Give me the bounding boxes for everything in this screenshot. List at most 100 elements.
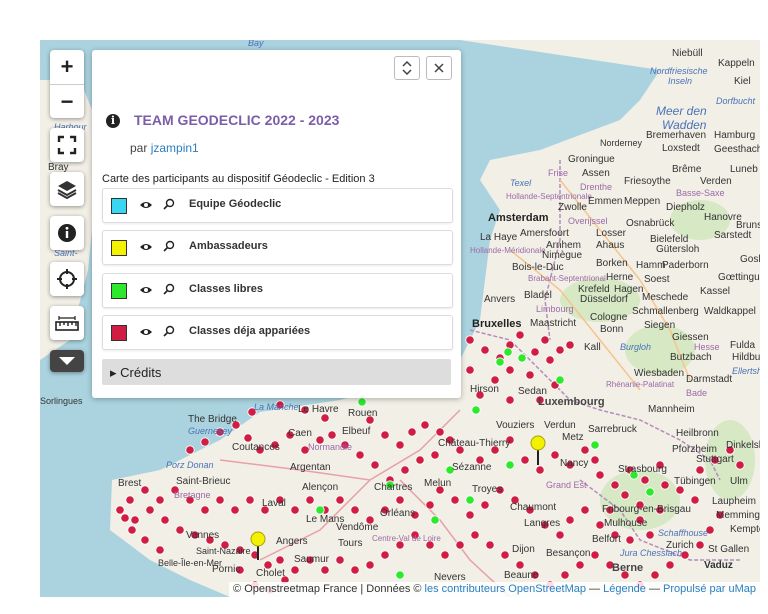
class-marker[interactable]	[145, 505, 155, 515]
free-class-marker[interactable]	[503, 347, 513, 357]
class-marker[interactable]	[320, 565, 330, 575]
class-marker[interactable]	[695, 465, 705, 475]
free-class-marker[interactable]	[505, 460, 515, 470]
class-marker[interactable]	[245, 495, 255, 505]
free-class-marker[interactable]	[315, 505, 325, 515]
class-marker[interactable]	[530, 347, 540, 357]
zoom-to-icon[interactable]	[163, 283, 175, 295]
credits-toggle[interactable]: ▸ Crédits	[102, 359, 451, 385]
class-marker[interactable]	[620, 490, 630, 500]
class-marker[interactable]	[450, 495, 460, 505]
class-marker[interactable]	[560, 570, 570, 580]
class-marker[interactable]	[440, 550, 450, 560]
class-marker[interactable]	[160, 515, 170, 525]
class-marker[interactable]	[120, 513, 130, 523]
class-marker[interactable]	[590, 455, 600, 465]
class-marker[interactable]	[695, 540, 705, 550]
class-marker[interactable]	[515, 560, 525, 570]
class-marker[interactable]	[140, 485, 150, 495]
class-marker[interactable]	[575, 560, 585, 570]
free-class-marker[interactable]	[645, 487, 655, 497]
class-marker[interactable]	[365, 560, 375, 570]
class-marker[interactable]	[155, 545, 165, 555]
class-marker[interactable]	[370, 460, 380, 470]
class-marker[interactable]	[580, 445, 590, 455]
class-marker[interactable]	[435, 427, 445, 437]
free-class-marker[interactable]	[517, 353, 527, 363]
collapse-panel-button[interactable]	[394, 56, 420, 80]
free-class-marker[interactable]	[471, 405, 481, 415]
class-marker[interactable]	[465, 365, 475, 375]
class-marker[interactable]	[175, 525, 185, 535]
class-marker[interactable]	[505, 365, 515, 375]
layer-item[interactable]: Classes déja appariées	[102, 315, 453, 350]
eye-icon[interactable]	[139, 240, 153, 254]
class-marker[interactable]	[580, 505, 590, 515]
class-marker[interactable]	[505, 395, 515, 405]
class-marker[interactable]	[500, 550, 510, 560]
class-marker[interactable]	[465, 335, 475, 345]
class-marker[interactable]	[415, 455, 425, 465]
class-marker[interactable]	[455, 540, 465, 550]
class-marker[interactable]	[640, 475, 650, 485]
layer-item[interactable]: Classes libres	[102, 273, 453, 308]
class-marker[interactable]	[480, 345, 490, 355]
free-class-marker[interactable]	[555, 375, 565, 385]
class-marker[interactable]	[115, 505, 125, 515]
class-marker[interactable]	[645, 530, 655, 540]
class-marker[interactable]	[490, 375, 500, 385]
class-marker[interactable]	[555, 530, 565, 540]
layer-item[interactable]: Equipe Géodeclic	[102, 188, 453, 223]
zoom-to-icon[interactable]	[163, 198, 175, 210]
class-marker[interactable]	[680, 550, 690, 560]
class-marker[interactable]	[520, 455, 530, 465]
class-marker[interactable]	[243, 433, 253, 443]
attribution-contrib-link[interactable]: les contributeurs OpenStreetMap	[425, 583, 586, 595]
free-class-marker[interactable]	[395, 570, 405, 580]
class-marker[interactable]	[127, 525, 137, 535]
class-marker[interactable]	[465, 510, 475, 520]
class-marker[interactable]	[480, 500, 490, 510]
class-marker[interactable]	[535, 465, 545, 475]
layers-button[interactable]	[50, 172, 84, 206]
class-marker[interactable]	[335, 555, 345, 565]
class-marker[interactable]	[625, 535, 635, 545]
umap-link[interactable]: Propulsé par uMap	[663, 583, 756, 595]
locate-button[interactable]	[50, 262, 84, 296]
zoom-in-button[interactable]: +	[50, 50, 84, 85]
free-class-marker[interactable]	[465, 495, 475, 505]
class-marker[interactable]	[200, 437, 210, 447]
free-class-marker[interactable]	[430, 515, 440, 525]
zoom-out-button[interactable]: −	[50, 85, 84, 119]
class-marker[interactable]	[125, 495, 135, 505]
class-marker[interactable]	[395, 440, 405, 450]
zoom-to-icon[interactable]	[163, 325, 175, 337]
class-marker[interactable]	[275, 555, 285, 565]
class-marker[interactable]	[155, 495, 165, 505]
class-marker[interactable]	[395, 495, 405, 505]
class-marker[interactable]	[595, 520, 605, 530]
class-marker[interactable]	[290, 505, 300, 515]
class-marker[interactable]	[735, 460, 745, 470]
class-marker[interactable]	[425, 500, 435, 510]
class-marker[interactable]	[130, 515, 140, 525]
free-class-marker[interactable]	[495, 357, 505, 367]
class-marker[interactable]	[380, 550, 390, 560]
class-marker[interactable]	[430, 450, 440, 460]
free-class-marker[interactable]	[590, 440, 600, 450]
class-marker[interactable]	[565, 340, 575, 350]
class-marker[interactable]	[590, 550, 600, 560]
class-marker[interactable]	[185, 445, 195, 455]
class-marker[interactable]	[650, 570, 660, 580]
measure-button[interactable]	[50, 306, 84, 340]
class-marker[interactable]	[485, 540, 495, 550]
class-marker[interactable]	[320, 413, 330, 423]
class-marker[interactable]	[610, 480, 620, 490]
class-marker[interactable]	[327, 430, 337, 440]
class-marker[interactable]	[675, 485, 685, 495]
class-marker[interactable]	[540, 335, 550, 345]
zoom-to-icon[interactable]	[163, 240, 175, 252]
class-marker[interactable]	[335, 495, 345, 505]
class-marker[interactable]	[290, 565, 300, 575]
class-marker[interactable]	[555, 345, 565, 355]
